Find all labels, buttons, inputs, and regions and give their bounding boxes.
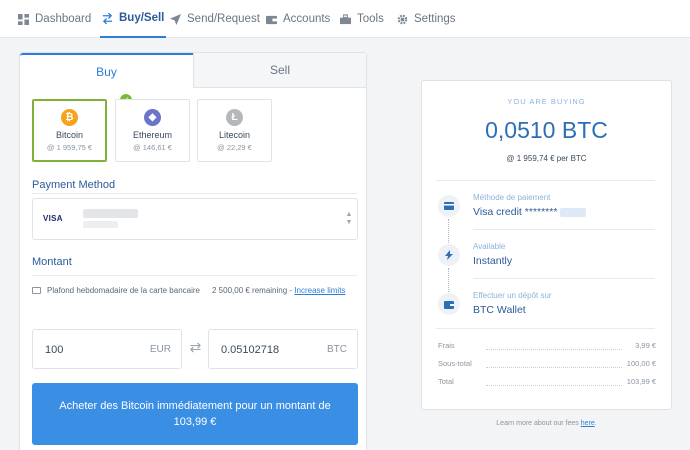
nav-send-request[interactable]: Send/Request [170,0,260,38]
payment-method-value: Visa credit ******** [473,206,558,218]
nav-tools-label: Tools [357,13,384,25]
payment-method-label: Payment Method [32,179,116,191]
coin-price: @ 22,29 € [217,143,252,152]
nav-accounts-label: Accounts [283,13,331,25]
redacted-card-number [83,209,138,218]
step-label: Méthode de paiement [473,193,551,202]
swap-currency-icon[interactable]: ⇄ [188,340,203,355]
divider [436,328,655,329]
order-summary: YOU ARE BUYING 0,0510 BTC @ 1 959,74 € p… [421,80,672,410]
bitcoin-icon: ₿ [61,109,78,126]
redacted-card-suffix [560,207,587,217]
nav-settings[interactable]: Settings [397,0,456,38]
increase-limits-link[interactable]: Increase limits [294,286,345,295]
crypto-amount-value: 0.05102718 [221,344,280,356]
fee-value: 3,99 € [635,341,656,350]
buy-sell-card: Buy Sell ₿ Bitcoin @ 1 959,75 € ✓ ◆ Ethe… [19,52,367,450]
weekly-limit-text: Plafond hebdomadaire de la carte bancair… [47,286,200,295]
gear-icon [397,14,408,24]
fee-label: Sous-total [438,359,472,368]
tab-buy[interactable]: Buy [20,53,193,88]
fees-info-link[interactable]: here [581,420,595,427]
coin-option-bitcoin[interactable]: ₿ Bitcoin @ 1 959,75 € [32,99,107,162]
top-nav: Dashboard Buy/Sell Send/Request Accounts… [0,0,690,38]
coin-name: Ethereum [132,130,173,140]
divider [436,180,655,181]
litecoin-icon: Ł [226,109,243,126]
summary-rate: @ 1 959,74 € per BTC [506,154,587,163]
dotted-leader [486,349,622,350]
fee-value: 103,99 € [626,377,656,386]
nav-dashboard[interactable]: Dashboard [18,0,91,38]
nav-send-request-label: Send/Request [187,13,260,25]
card-icon [438,195,460,217]
summary-amount: 0,0510 BTC [485,117,608,143]
wallet-icon [266,15,277,24]
coin-price: @ 146,61 € [133,143,172,152]
step-label: Effectuer un dépôt sur [473,291,552,300]
fees-info-text: Learn more about our fees [496,420,579,427]
fee-label: Frais [438,341,455,350]
step-connector [448,268,450,294]
nav-buy-sell-label: Buy/Sell [119,12,165,24]
step-connector [448,219,450,245]
crypto-currency: BTC [327,344,347,355]
visa-logo: VISA [43,214,63,223]
coin-name: Bitcoin [55,130,83,140]
credit-card-icon [32,287,41,294]
step-value: Visa credit ******** [473,206,587,218]
buy-now-button[interactable]: Acheter des Bitcoin immédiatement pour u… [32,383,358,445]
montant-label: Montant [32,256,72,268]
coin-option-ethereum[interactable]: ◆ Ethereum @ 146,61 € [115,99,190,162]
select-arrows-icon: ▲ ▼ [345,211,353,226]
fees-info-suffix: . [594,420,597,427]
coin-option-litecoin[interactable]: Ł Litecoin @ 22,29 € [197,99,272,162]
dotted-leader [486,385,622,386]
tools-icon [340,13,351,24]
nav-dashboard-label: Dashboard [35,13,92,25]
buy-sell-tabs: Buy Sell [20,53,366,88]
payment-method-select[interactable]: VISA ▲ ▼ [32,198,358,240]
fee-value: 100,00 € [626,359,656,368]
fiat-currency: EUR [149,344,171,355]
nav-settings-label: Settings [414,13,456,25]
divider [473,229,655,230]
divider [32,275,357,276]
remaining-limit-text: 2 500,00 € remaining - Increase limits [212,285,352,297]
remaining-amount: 2 500,00 € remaining - [212,286,293,295]
fee-label: Total [438,377,454,386]
fees-info: Learn more about our fees here. [421,420,672,427]
buy-sell-icon [102,12,113,24]
divider [32,193,357,194]
fiat-amount-input[interactable]: 100 EUR [32,329,182,369]
dashboard-icon [18,13,29,25]
coin-price: @ 1 959,75 € [46,143,93,152]
fee-row-sous-total: Sous-total 100,00 € [438,359,656,371]
fiat-amount-value: 100 [45,344,64,356]
step-value: Instantly [473,255,513,267]
fee-row-total: Total 103,99 € [438,377,656,389]
crypto-amount-input[interactable]: 0.05102718 BTC [208,329,358,369]
send-icon [170,13,181,25]
lightning-icon [438,244,460,266]
fee-row-frais: Frais 3,99 € [438,341,656,353]
tab-sell[interactable]: Sell [193,53,366,88]
ethereum-icon: ◆ [144,109,161,126]
wallet-icon [438,293,460,315]
step-value: BTC Wallet [473,304,526,316]
redacted-card-detail [83,221,118,228]
nav-accounts[interactable]: Accounts [266,0,330,38]
dotted-leader [486,367,622,368]
nav-buy-sell[interactable]: Buy/Sell [100,0,167,38]
weekly-limit-row: Plafond hebdomadaire de la carte bancair… [32,285,358,315]
coin-name: Litecoin [218,130,251,140]
nav-tools[interactable]: Tools [340,0,384,38]
step-label: Available [473,242,506,251]
summary-heading: YOU ARE BUYING [507,97,586,106]
divider [473,278,655,279]
